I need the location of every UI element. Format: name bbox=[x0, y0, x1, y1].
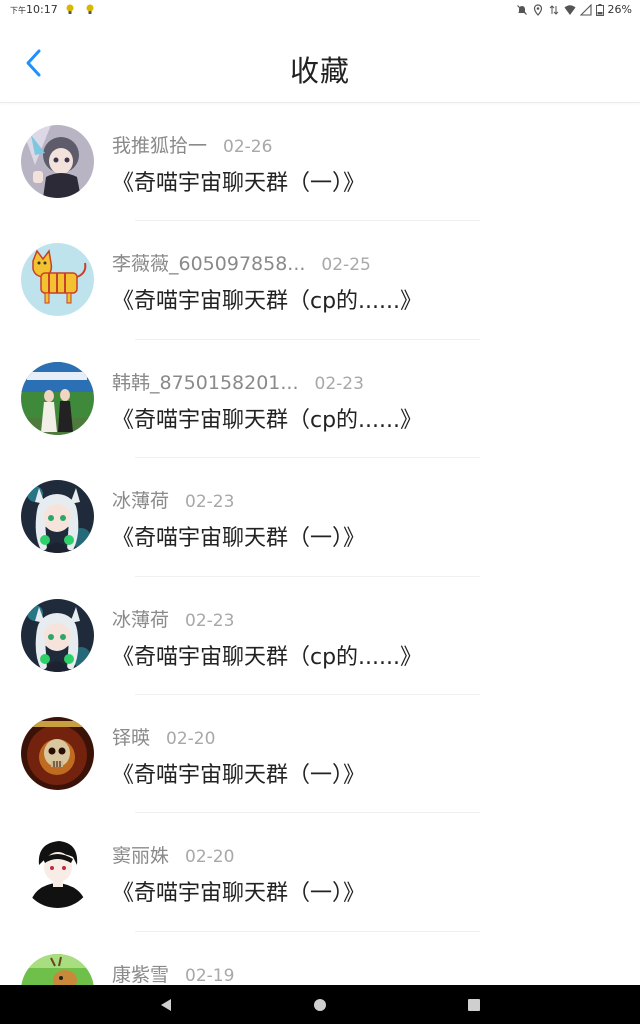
item-date: 02-25 bbox=[321, 255, 371, 276]
item-meta: 冰薄荷 02-23 bbox=[112, 486, 234, 513]
status-ampm: 下午 bbox=[10, 6, 26, 15]
item-meta: 我推狐拾一 02-26 bbox=[112, 131, 272, 158]
author-name[interactable]: 铎暎 bbox=[112, 723, 150, 750]
item-meta: 窦丽姝 02-20 bbox=[112, 841, 234, 868]
avatar[interactable] bbox=[21, 598, 94, 672]
page-title: 收藏 bbox=[289, 54, 350, 88]
avatar[interactable] bbox=[21, 480, 94, 554]
nav-back-button[interactable] bbox=[156, 995, 176, 1015]
author-name[interactable]: 韩韩_8750158201... bbox=[112, 368, 299, 395]
notification-icon bbox=[86, 4, 94, 14]
item-date: 02-19 bbox=[185, 965, 235, 985]
avatar[interactable] bbox=[21, 125, 94, 198]
list-item[interactable]: 我推狐拾一 02-26 《奇喵宇宙聊天群（一）》 bbox=[0, 103, 640, 222]
yellow-cat-avatar-icon bbox=[21, 243, 94, 317]
anime-girl-avatar-icon bbox=[21, 125, 94, 198]
anime-cat-girl-avatar-icon bbox=[21, 480, 94, 554]
item-title[interactable]: 《奇喵宇宙聊天群（一）》 bbox=[112, 520, 365, 552]
item-date: 02-23 bbox=[314, 373, 364, 394]
avatar[interactable] bbox=[21, 953, 94, 985]
photo-avatar-icon bbox=[21, 361, 94, 435]
app-header: 收藏 bbox=[0, 20, 640, 103]
circle-home-icon bbox=[314, 999, 326, 1011]
item-meta: 冰薄荷 02-23 bbox=[112, 605, 234, 632]
avatar[interactable] bbox=[21, 835, 94, 909]
item-meta: 康紫雪 02-19 bbox=[112, 960, 234, 985]
author-name[interactable]: 冰薄荷 bbox=[112, 605, 169, 632]
item-meta: 李薇薇_605097858... 02-25 bbox=[112, 249, 371, 276]
battery-icon bbox=[595, 3, 604, 16]
deer-avatar-icon bbox=[21, 953, 94, 985]
data-arrows-icon bbox=[549, 4, 558, 15]
favorites-screen: 下午10:17 26% 收藏 我推狐拾一 02-26 《奇喵宇宙聊天群（一）》 … bbox=[0, 0, 640, 1024]
skull-avatar-icon bbox=[21, 716, 94, 790]
item-meta: 铎暎 02-20 bbox=[112, 723, 215, 750]
status-clock: 10:17 bbox=[26, 3, 58, 16]
item-date: 02-23 bbox=[185, 610, 235, 631]
item-title[interactable]: 《奇喵宇宙聊天群（一）》 bbox=[112, 875, 365, 907]
list-item[interactable]: 窦丽姝 02-20 《奇喵宇宙聊天群（一）》 bbox=[0, 813, 640, 932]
item-title[interactable]: 《奇喵宇宙聊天群（cp的......》 bbox=[112, 639, 422, 671]
list-item[interactable]: 冰薄荷 02-23 《奇喵宇宙聊天群（一）》 bbox=[0, 458, 640, 577]
anime-cat-girl-avatar-icon bbox=[21, 598, 94, 672]
item-date: 02-20 bbox=[166, 728, 216, 749]
status-time: 下午10:17 bbox=[10, 3, 58, 16]
list-item[interactable]: 康紫雪 02-19 bbox=[0, 932, 640, 985]
signal-icon bbox=[579, 3, 592, 16]
avatar[interactable] bbox=[21, 243, 94, 317]
item-title[interactable]: 《奇喵宇宙聊天群（一）》 bbox=[112, 757, 365, 789]
square-recents-icon bbox=[468, 999, 480, 1011]
item-date: 02-23 bbox=[185, 492, 235, 513]
status-bar: 下午10:17 26% bbox=[0, 0, 640, 20]
author-name[interactable]: 李薇薇_605097858... bbox=[112, 249, 305, 276]
item-date: 02-20 bbox=[185, 847, 235, 868]
avatar[interactable] bbox=[21, 716, 94, 790]
author-name[interactable]: 我推狐拾一 bbox=[112, 131, 207, 158]
nav-recents-button[interactable] bbox=[464, 995, 484, 1015]
author-name[interactable]: 康紫雪 bbox=[112, 960, 169, 985]
list-item[interactable]: 韩韩_8750158201... 02-23 《奇喵宇宙聊天群（cp的.....… bbox=[0, 340, 640, 459]
item-title[interactable]: 《奇喵宇宙聊天群（cp的......》 bbox=[112, 283, 422, 315]
nav-home-button[interactable] bbox=[310, 995, 330, 1015]
wifi-icon bbox=[564, 4, 576, 15]
battery-level: 26% bbox=[607, 3, 632, 16]
avatar[interactable] bbox=[21, 361, 94, 435]
item-title[interactable]: 《奇喵宇宙聊天群（一）》 bbox=[112, 165, 365, 197]
favorites-list: 我推狐拾一 02-26 《奇喵宇宙聊天群（一）》 李薇薇_605097858..… bbox=[0, 103, 640, 985]
system-nav-bar bbox=[0, 985, 640, 1024]
list-item[interactable]: 李薇薇_605097858... 02-25 《奇喵宇宙聊天群（cp的.....… bbox=[0, 221, 640, 340]
list-item[interactable]: 冰薄荷 02-23 《奇喵宇宙聊天群（cp的......》 bbox=[0, 577, 640, 695]
status-icons: 26% bbox=[516, 3, 632, 16]
anime-boy-avatar-icon bbox=[21, 835, 94, 909]
mute-icon bbox=[516, 4, 527, 15]
item-meta: 韩韩_8750158201... 02-23 bbox=[112, 368, 364, 395]
item-title[interactable]: 《奇喵宇宙聊天群（cp的......》 bbox=[112, 402, 422, 434]
triangle-back-icon bbox=[161, 999, 171, 1011]
notification-icon bbox=[66, 4, 74, 14]
location-icon bbox=[533, 3, 542, 16]
author-name[interactable]: 冰薄荷 bbox=[112, 486, 169, 513]
author-name[interactable]: 窦丽姝 bbox=[112, 841, 169, 868]
item-date: 02-26 bbox=[223, 137, 273, 157]
list-item[interactable]: 铎暎 02-20 《奇喵宇宙聊天群（一）》 bbox=[0, 695, 640, 814]
